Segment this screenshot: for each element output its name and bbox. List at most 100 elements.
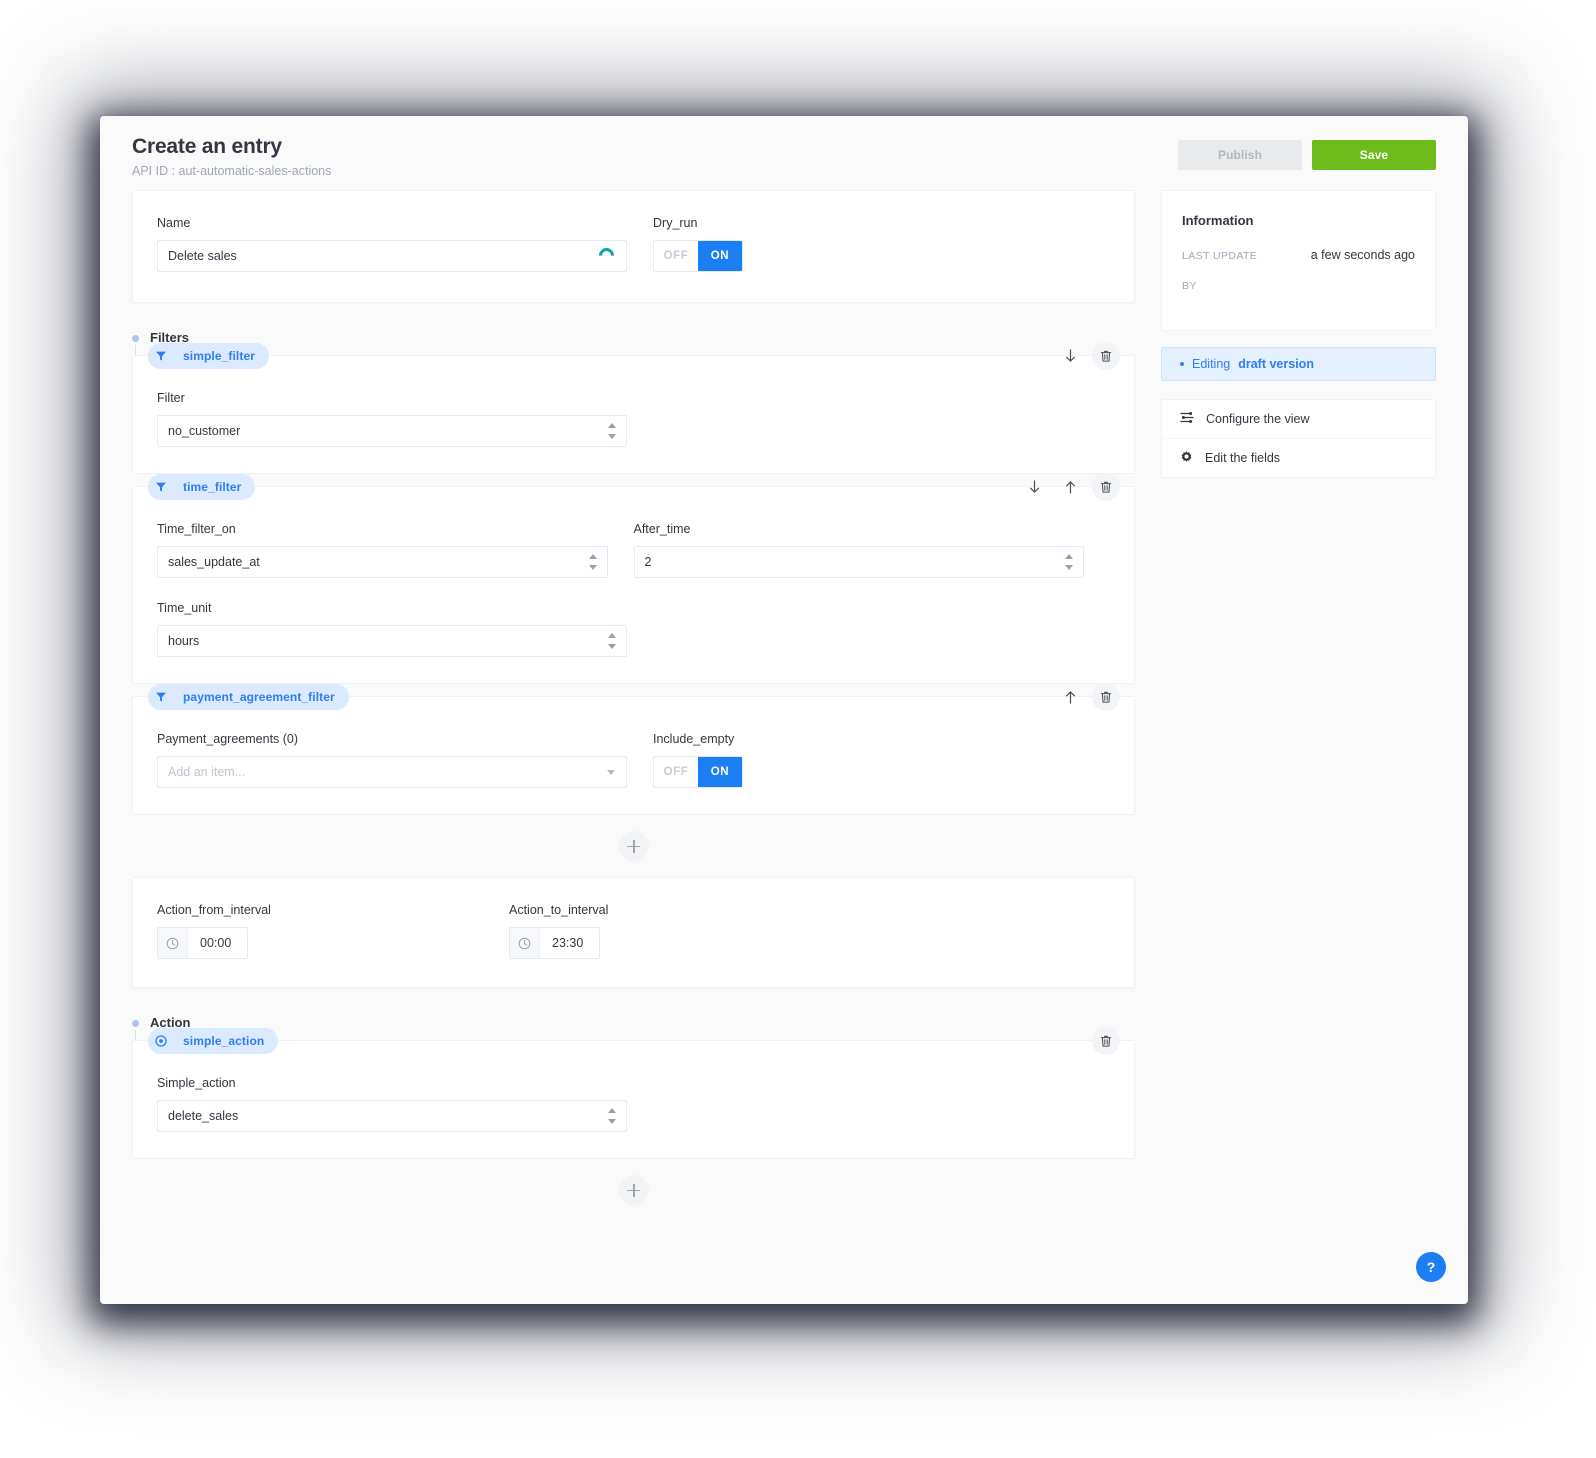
action-to-interval-input[interactable]: 23:30 [509,927,601,959]
after-time-input[interactable]: 2 [633,546,1084,578]
component-pill[interactable]: simple_filter [148,343,269,369]
time-filter-on-group: Time_filter_on sales_update_at [157,521,608,578]
chevron-down-icon[interactable] [607,770,615,775]
app-header: Create an entry API ID : aut-automatic-s… [100,116,1468,190]
component-simple-filter: simple_filter Filter no_customer [132,342,1135,474]
gear-icon [1180,450,1193,466]
filter-icon [148,474,174,500]
after-time-group: After_time 2 [633,521,1084,578]
include-empty-toggle[interactable]: OFF ON [653,756,743,788]
simple-action-select[interactable]: delete_sales [157,1100,627,1132]
dry-run-toggle[interactable]: OFF ON [653,240,743,272]
plus-icon [627,839,640,853]
stepper-icon[interactable] [607,633,617,649]
component-tools [1020,473,1120,501]
group-bullet-icon [132,335,139,342]
sidebar-item-edit-the-fields[interactable]: Edit the fields [1162,439,1435,477]
component-pill-label: simple_filter [183,349,255,363]
time-filter-row-2: Time_unit hours [157,600,1110,657]
stepper-icon[interactable] [588,554,598,570]
delete-icon[interactable] [1092,342,1120,370]
draft-version-banner[interactable]: Editing draft version [1161,347,1436,381]
component-body: Payment_agreements (0) Add an item... In… [133,697,1134,814]
filter-select[interactable]: no_customer [157,415,627,447]
name-input[interactable]: Delete sales [157,240,627,272]
action-to-interval-value: 23:30 [552,936,584,950]
interval-body: Action_from_interval 00:00 Action_to_int… [133,878,1134,987]
component-pill-label: simple_action [183,1034,265,1048]
component-tools [1092,1027,1120,1055]
last-update-row: LAST UPDATE a few seconds ago [1182,248,1415,262]
component-body: Simple_action delete_sales [133,1041,1134,1158]
add-action-button[interactable] [618,1175,649,1205]
component-pill-label: payment_agreement_filter [183,690,335,704]
dry-run-toggle-off[interactable]: OFF [654,241,698,271]
component-pill[interactable]: simple_action [148,1028,279,1054]
after-time-label: After_time [633,522,691,536]
time-unit-label: Time_unit [157,601,212,615]
action-group-header: Action [132,1014,1135,1060]
action-interval-card: Action_from_interval 00:00 Action_to_int… [132,877,1135,988]
time-filter-on-select[interactable]: sales_update_at [157,546,608,578]
component-simple-action: simple_action Simple_action delete_sales [132,1027,1135,1159]
add-action-row [132,1159,1135,1221]
dry-run-toggle-on[interactable]: ON [698,241,742,271]
include-empty-toggle-off[interactable]: OFF [654,757,698,787]
component-tools [1056,683,1120,711]
simple-action-group: Simple_action delete_sales [157,1075,627,1132]
group-bullet-icon [132,1020,139,1027]
by-key: BY [1182,280,1197,292]
include-empty-group: Include_empty OFF ON [653,731,743,788]
status-dot-icon [1180,362,1184,366]
stepper-icon[interactable] [1064,554,1074,570]
name-label: Name [157,216,191,230]
entry-basics-card: Name Delete sales Dry_run OFF ON [132,190,1135,303]
clock-icon [510,928,540,958]
save-button[interactable]: Save [1312,140,1436,170]
action-to-interval-label: Action_to_interval [509,903,609,917]
payment-agreements-label: Payment_agreements (0) [157,732,299,746]
information-card: Information LAST UPDATE a few seconds ag… [1161,190,1436,331]
move-down-icon[interactable] [1056,342,1084,370]
payment-filter-row: Payment_agreements (0) Add an item... In… [157,731,1110,788]
interval-row: Action_from_interval 00:00 Action_to_int… [157,902,1110,959]
delete-icon[interactable] [1092,473,1120,501]
by-row: BY [1182,280,1415,292]
name-input-value: Delete sales [168,249,237,263]
delete-icon[interactable] [1092,1027,1120,1055]
action-from-interval-group: Action_from_interval 00:00 [157,902,483,959]
simple-action-label: Simple_action [157,1076,236,1090]
draft-strong: draft version [1238,357,1314,371]
component-body: Time_filter_on sales_update_at After_tim… [133,487,1134,683]
move-up-icon[interactable] [1056,683,1084,711]
help-button[interactable]: ? [1416,1252,1446,1282]
last-update-value: a few seconds ago [1310,248,1415,262]
filter-field-group: Filter no_customer [157,390,627,447]
component-payment-agreement-filter: payment_agreement_filter Payment_agreeme… [132,683,1135,815]
component-pill-label: time_filter [183,480,242,494]
action-from-interval-input[interactable]: 00:00 [157,927,249,959]
delete-icon[interactable] [1092,683,1120,711]
move-up-icon[interactable] [1056,473,1084,501]
time-filter-row-1: Time_filter_on sales_update_at After_tim… [157,521,1110,578]
after-time-value: 2 [644,555,652,569]
filter-label: Filter [157,391,185,405]
draft-prefix: Editing [1192,357,1231,371]
stepper-icon[interactable] [607,423,617,439]
move-down-icon[interactable] [1020,473,1048,501]
component-pill[interactable]: time_filter [148,474,256,500]
clock-icon [158,928,188,958]
time-filter-on-value: sales_update_at [168,555,260,569]
stepper-icon[interactable] [607,1108,617,1124]
add-filter-button[interactable] [618,831,649,861]
payment-agreements-combobox[interactable]: Add an item... [157,756,627,788]
component-pill[interactable]: payment_agreement_filter [148,684,349,710]
sidebar-actions-list: Configure the view Edit the fields [1161,399,1436,478]
name-field-group: Name Delete sales [157,215,627,272]
sidebar-item-configure-the-view[interactable]: Configure the view [1162,400,1435,439]
time-unit-select[interactable]: hours [157,625,627,657]
publish-button[interactable]: Publish [1178,140,1302,170]
action-from-interval-label: Action_from_interval [157,903,271,917]
time-unit-group: Time_unit hours [157,600,627,657]
include-empty-toggle-on[interactable]: ON [698,757,742,787]
